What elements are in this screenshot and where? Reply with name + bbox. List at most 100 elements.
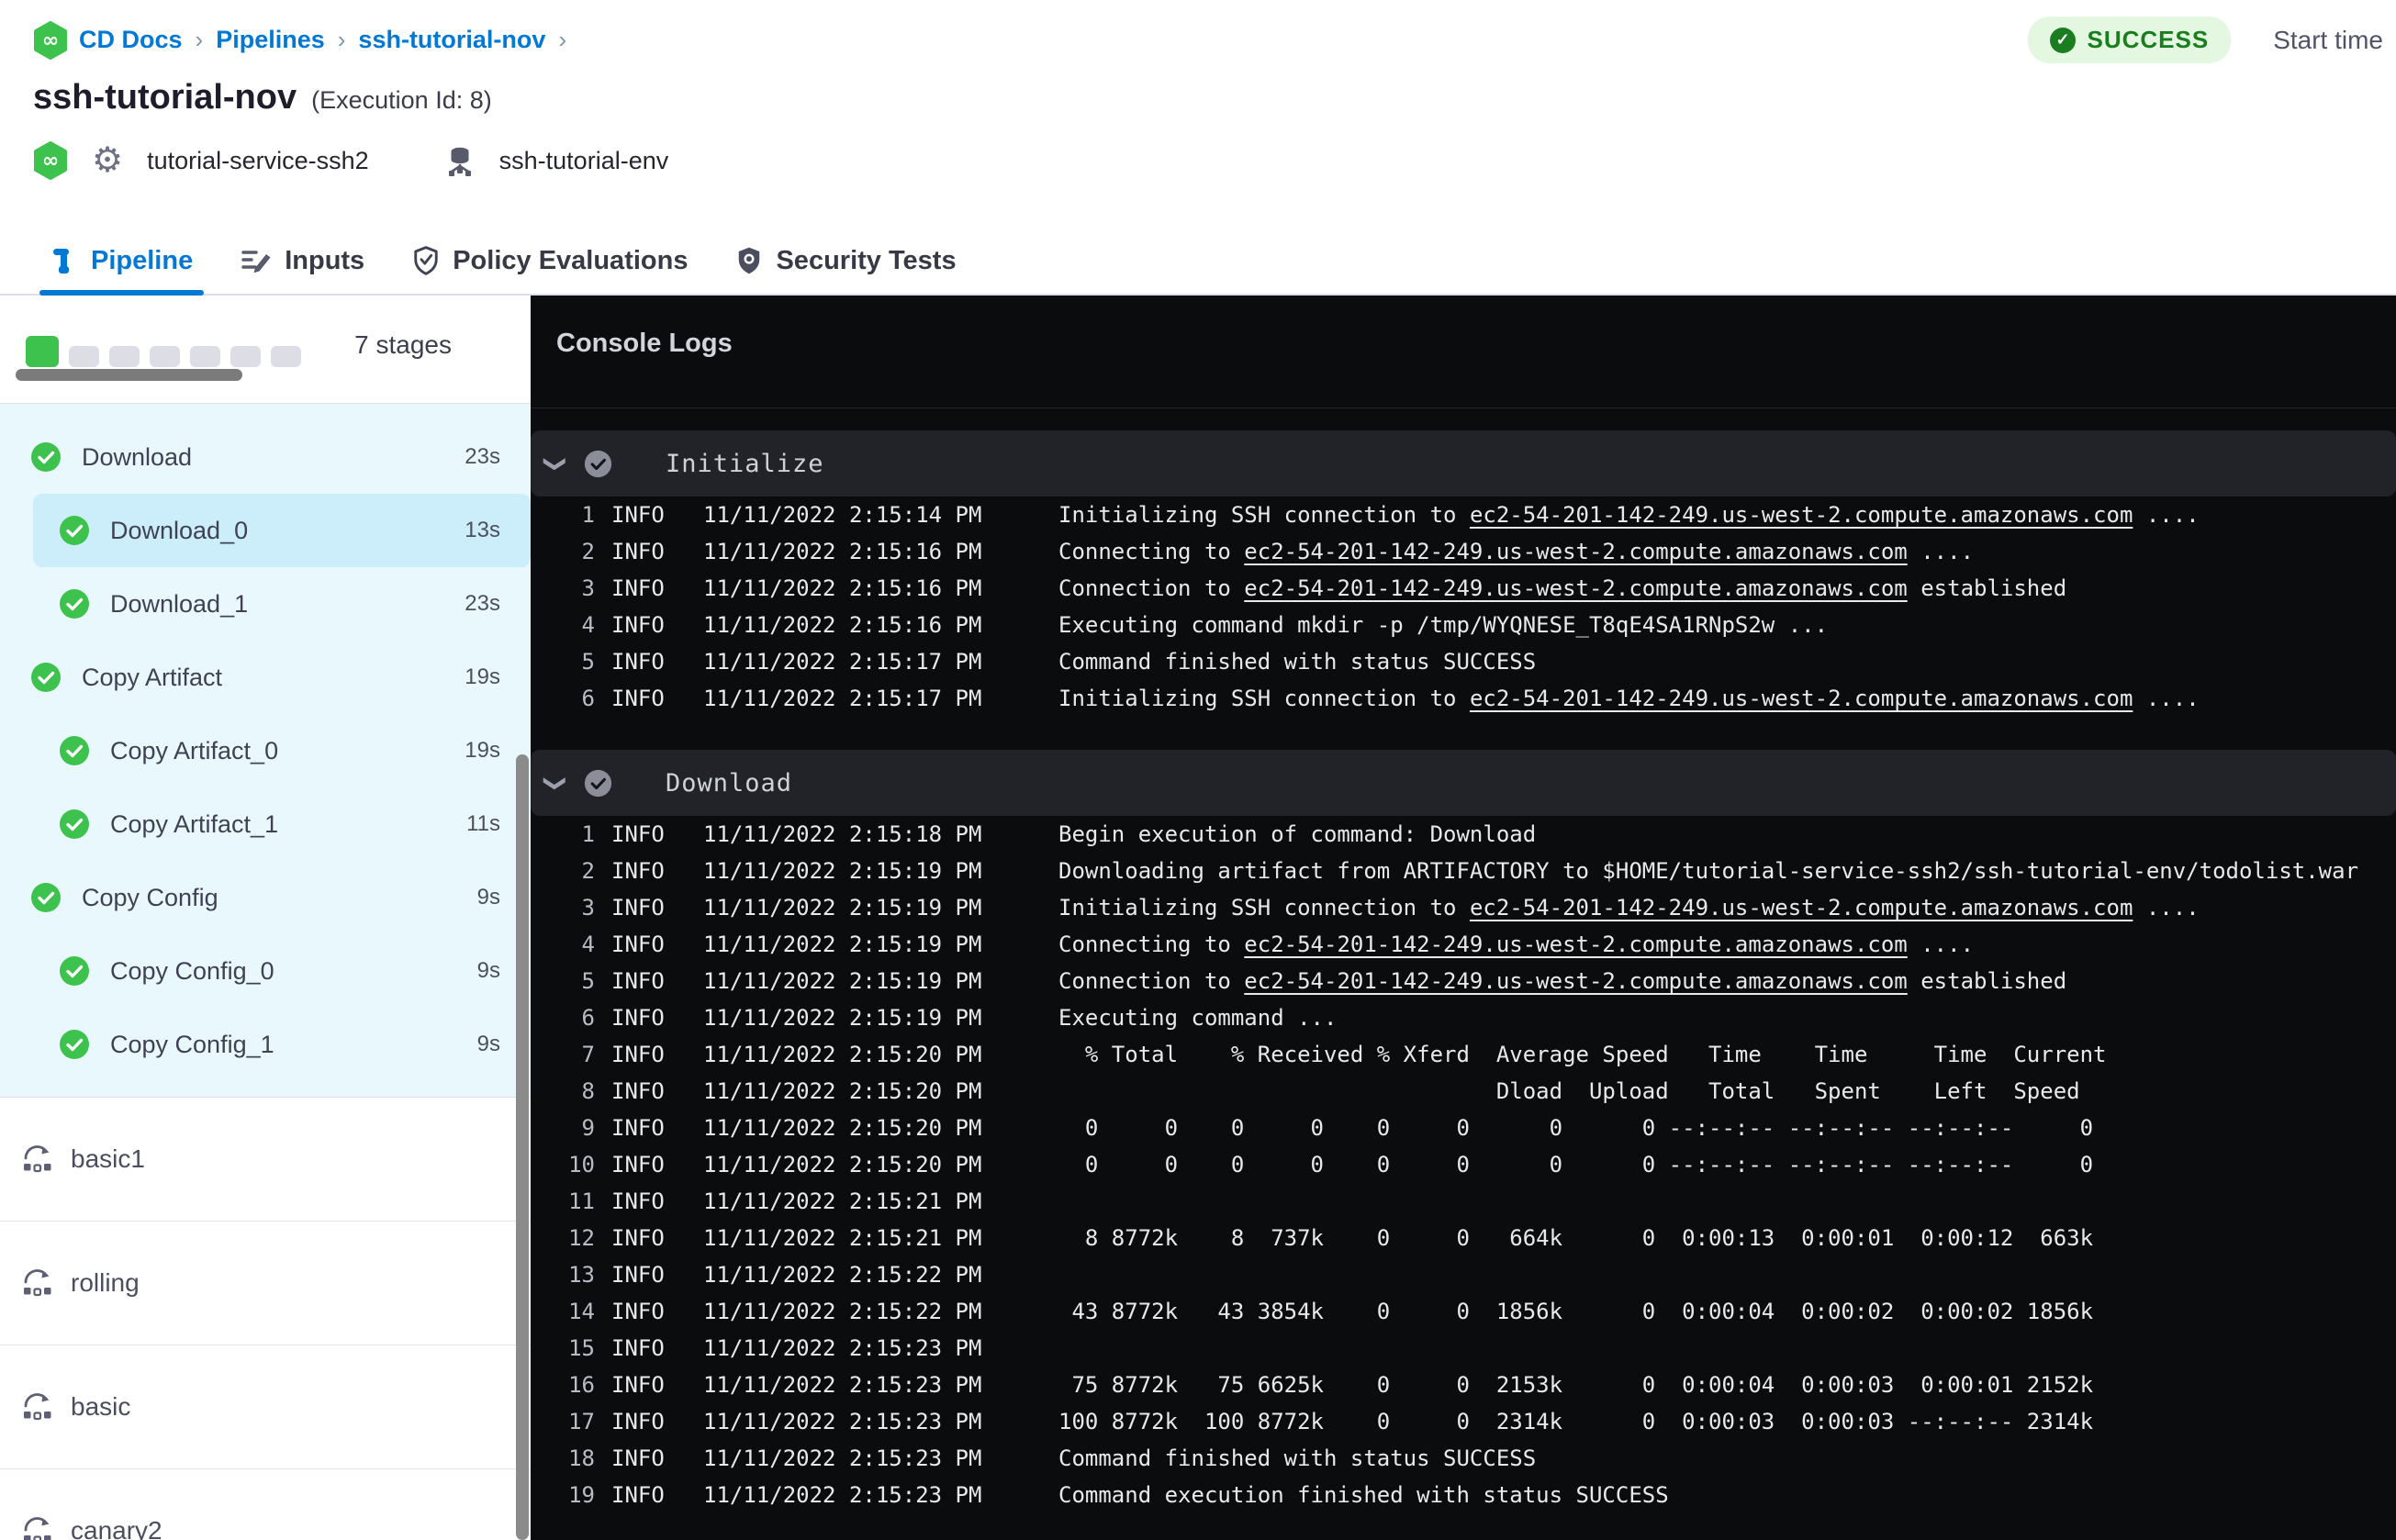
log-section-header-initialize[interactable]: ❯ Initialize xyxy=(531,430,2396,497)
log-message: Command finished with status SUCCESS xyxy=(1058,1445,1537,1471)
stage-label: Copy Artifact xyxy=(82,663,223,691)
stage-row-copy-artifact_0[interactable]: Copy Artifact_0 19s xyxy=(0,714,531,787)
console-header: Console Logs xyxy=(531,296,2396,408)
tab-pipeline[interactable]: Pipeline xyxy=(39,228,205,296)
stage-row-copy-config_1[interactable]: Copy Config_1 9s xyxy=(0,1008,531,1081)
breadcrumb: ∞ CD Docs › Pipelines › ssh-tutorial-nov › xyxy=(33,20,568,60)
log-line-number: 5 xyxy=(581,649,595,675)
log-line-number: 13 xyxy=(568,1262,595,1288)
log-line: 6 INFO 11/11/2022 2:15:19 PM Executing comm… xyxy=(531,999,2396,1036)
log-timestamp: 11/11/2022 2:15:22 PM xyxy=(703,1299,982,1324)
stage-row-download[interactable]: Download 23s xyxy=(0,420,531,494)
log-host-link[interactable]: ec2-54-201-142-249.us-west-2.compute.ama… xyxy=(1470,895,2133,921)
tab-security-tests[interactable]: Security Tests xyxy=(735,228,957,294)
pipeline-row-basic1[interactable]: basic1 xyxy=(0,1098,531,1222)
check-circle-icon xyxy=(59,955,90,987)
check-circle-icon xyxy=(59,588,90,619)
log-level: INFO xyxy=(611,1152,665,1177)
stage-square xyxy=(109,346,140,367)
log-timestamp: 11/11/2022 2:15:23 PM xyxy=(703,1482,982,1508)
log-level: INFO xyxy=(611,858,665,884)
log-level: INFO xyxy=(611,539,665,564)
log-level: INFO xyxy=(611,1445,665,1471)
stage-square-done xyxy=(26,336,59,367)
log-level: INFO xyxy=(611,1225,665,1251)
log-line: 14 INFO 11/11/2022 2:15:22 PM 43 8772k 43 … xyxy=(531,1293,2396,1330)
log-level: INFO xyxy=(611,1115,665,1141)
log-section-title: Initialize xyxy=(666,449,824,478)
log-timestamp: 11/11/2022 2:15:14 PM xyxy=(703,502,982,528)
log-line: 5 INFO 11/11/2022 2:15:19 PM Connection to … xyxy=(531,963,2396,999)
stage-duration: 9s xyxy=(476,1032,500,1056)
pipeline-list: basic1 rolling basic canary2 xyxy=(0,1098,531,1540)
log-host-link[interactable]: ec2-54-201-142-249.us-west-2.compute.ama… xyxy=(1244,932,1907,957)
log-line: 8 INFO 11/11/2022 2:15:20 PM Dload Upload … xyxy=(531,1073,2396,1110)
log-host-link[interactable]: ec2-54-201-142-249.us-west-2.compute.ama… xyxy=(1470,686,2133,711)
log-line-number: 3 xyxy=(581,895,595,921)
log-line-number: 7 xyxy=(581,1042,595,1067)
stage-row-copy-config[interactable]: Copy Config 9s xyxy=(0,861,531,934)
log-timestamp: 11/11/2022 2:15:23 PM xyxy=(703,1409,982,1434)
stage-label: Download xyxy=(82,442,193,471)
horizontal-scrollbar[interactable] xyxy=(16,369,242,381)
log-section-initialize: ❯ Initialize 1 INFO 11/11/2022 2:15:14 PM Ini… xyxy=(531,430,2396,728)
stage-row-copy-config_0[interactable]: Copy Config_0 9s xyxy=(0,934,531,1008)
log-section-download: ❯ Download 1 INFO 11/11/2022 2:15:18 PM Begin… xyxy=(531,750,2396,1524)
log-level: INFO xyxy=(611,1482,665,1508)
tab-inputs[interactable]: Inputs xyxy=(241,228,364,294)
log-timestamp: 11/11/2022 2:15:20 PM xyxy=(703,1078,982,1104)
log-line-number: 19 xyxy=(568,1482,595,1508)
chevron-down-icon[interactable]: ❯ xyxy=(543,771,569,795)
check-circle-icon xyxy=(59,735,90,766)
chevron-down-icon[interactable]: ❯ xyxy=(543,452,569,475)
policy-shield-icon xyxy=(412,245,440,276)
breadcrumb-link[interactable]: Pipelines xyxy=(216,26,325,54)
stage-label: Copy Config_0 xyxy=(110,956,274,985)
log-line-number: 9 xyxy=(581,1115,595,1141)
top-bar: ∞ CD Docs › Pipelines › ssh-tutorial-nov › ✓ … xyxy=(0,0,2396,63)
log-section-header-download[interactable]: ❯ Download xyxy=(531,750,2396,816)
log-message: Connecting to ec2-54-201-142-249.us-west… xyxy=(1058,539,1975,564)
log-line: 1 INFO 11/11/2022 2:15:14 PM Initializing S… xyxy=(531,497,2396,533)
stage-row-copy-artifact[interactable]: Copy Artifact 19s xyxy=(0,641,531,714)
stage-row-download_0[interactable]: Download_0 13s xyxy=(33,494,531,567)
stages-sidebar: 7 stages Download 23s Download_0 13s Downloa… xyxy=(0,296,531,1540)
stage-row-download_1[interactable]: Download_1 23s xyxy=(0,567,531,641)
log-host-link[interactable]: ec2-54-201-142-249.us-west-2.compute.ama… xyxy=(1470,502,2133,528)
vertical-scrollbar[interactable] xyxy=(516,754,529,1540)
stage-duration: 13s xyxy=(465,518,500,542)
log-level: INFO xyxy=(611,502,665,528)
stage-label: Download_0 xyxy=(110,516,249,544)
pipeline-row-basic[interactable]: basic xyxy=(0,1345,531,1469)
log-message: 0 0 0 0 0 0 0 0 --:--:-- --:--:-- --:--:… xyxy=(1058,1115,2094,1141)
stage-label: Download_1 xyxy=(110,589,249,618)
pipeline-label: basic xyxy=(71,1392,131,1421)
execution-id: (Execution Id: 8) xyxy=(311,86,492,114)
title-row: ssh-tutorial-nov (Execution Id: 8) xyxy=(0,78,2396,117)
stage-square xyxy=(271,346,301,367)
meta-row: ∞ ⚙ tutorial-service-ssh2 ssh-tutorial-e… xyxy=(0,141,2396,180)
log-timestamp: 11/11/2022 2:15:17 PM xyxy=(703,686,982,711)
breadcrumb-link[interactable]: ssh-tutorial-nov xyxy=(358,26,545,54)
chevron-right-icon: › xyxy=(558,26,567,53)
log-timestamp: 11/11/2022 2:15:19 PM xyxy=(703,858,982,884)
log-level: INFO xyxy=(611,1335,665,1361)
pipeline-label: canary2 xyxy=(71,1516,162,1540)
check-circle-icon xyxy=(30,882,62,913)
pipeline-row-rolling[interactable]: rolling xyxy=(0,1222,531,1345)
log-timestamp: 11/11/2022 2:15:23 PM xyxy=(703,1335,982,1361)
breadcrumb-link[interactable]: CD Docs xyxy=(79,26,183,54)
log-host-link[interactable]: ec2-54-201-142-249.us-west-2.compute.ama… xyxy=(1244,575,1907,601)
stage-row-copy-artifact_1[interactable]: Copy Artifact_1 11s xyxy=(0,787,531,861)
log-level: INFO xyxy=(611,686,665,711)
console-title: Console Logs xyxy=(556,329,733,358)
log-host-link[interactable]: ec2-54-201-142-249.us-west-2.compute.ama… xyxy=(1244,539,1907,564)
pipeline-row-canary2[interactable]: canary2 xyxy=(0,1469,531,1540)
log-host-link[interactable]: ec2-54-201-142-249.us-west-2.compute.ama… xyxy=(1244,968,1907,994)
log-level: INFO xyxy=(611,1409,665,1434)
log-timestamp: 11/11/2022 2:15:16 PM xyxy=(703,539,982,564)
log-level: INFO xyxy=(611,895,665,921)
tab-policy-evaluations[interactable]: Policy Evaluations xyxy=(412,228,688,294)
log-line-number: 6 xyxy=(581,1005,595,1031)
svg-text:∞: ∞ xyxy=(42,150,59,173)
